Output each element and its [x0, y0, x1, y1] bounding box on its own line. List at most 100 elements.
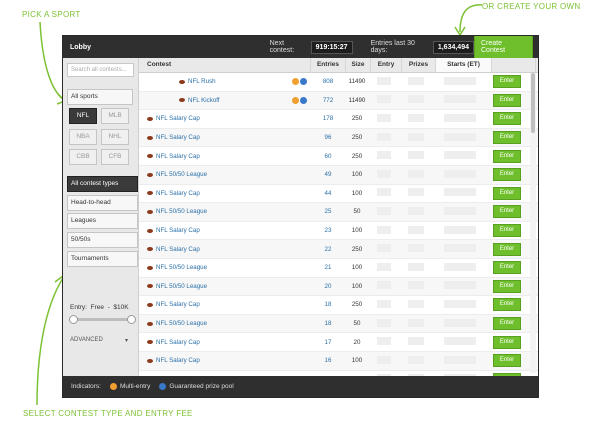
contest-cell: NFL 50/50 League [139, 208, 311, 215]
scrollbar[interactable] [530, 73, 536, 373]
action-cell: Enter [487, 149, 530, 163]
contest-name[interactable]: NFL Rush [188, 78, 216, 85]
entries-cell[interactable]: 17 [311, 339, 345, 346]
contest-name[interactable]: NFL Salary Cap [156, 190, 200, 197]
contest-name[interactable]: NFL 50/50 League [156, 264, 207, 271]
entry-fee-slider[interactable] [69, 315, 136, 324]
table-row[interactable]: NFL Salary Cap 60 250 Enter [139, 147, 538, 166]
table-row[interactable]: NFL Salary Cap 18 250 Enter [139, 296, 538, 315]
header-entries[interactable]: Entries [311, 58, 346, 72]
slider-min-handle[interactable] [69, 315, 78, 324]
entries-cell[interactable]: 18 [311, 320, 345, 327]
blurred-value [407, 299, 424, 308]
enter-button[interactable]: Enter [493, 186, 521, 200]
enter-button[interactable]: Enter [493, 317, 521, 331]
entries-cell[interactable]: 96 [311, 134, 345, 141]
sport-mlb[interactable]: MLB [101, 108, 129, 124]
entries-cell[interactable]: 18 [311, 301, 345, 308]
table-row[interactable]: NFL Rush 808 11490 Enter [139, 73, 538, 92]
type-50-50s[interactable]: 50/50s [67, 232, 138, 248]
contest-name[interactable]: NFL 50/50 League [156, 208, 207, 215]
football-icon [147, 154, 153, 159]
entries-cell[interactable]: 772 [311, 97, 345, 104]
header-starts[interactable]: Starts (ET) [436, 58, 492, 72]
entries-cell[interactable]: 25 [311, 208, 345, 215]
contest-name[interactable]: NFL Salary Cap [156, 301, 200, 308]
entries-cell[interactable]: 21 [311, 264, 345, 271]
contest-name[interactable]: NFL 50/50 League [156, 171, 207, 178]
entries-cell[interactable]: 808 [311, 78, 345, 85]
table-row[interactable]: NFL 50/50 League 18 50 Enter [139, 314, 538, 334]
contest-name[interactable]: NFL Salary Cap [156, 339, 200, 346]
advanced-toggle[interactable]: ADVANCED ▾ [70, 337, 128, 344]
enter-button[interactable]: Enter [493, 224, 521, 238]
scrollbar-thumb[interactable] [531, 73, 535, 133]
table-row[interactable]: NFL Salary Cap 44 100 Enter [139, 185, 538, 204]
enter-button[interactable]: Enter [493, 242, 521, 256]
type-all[interactable]: All contest types [67, 176, 138, 192]
entries-cell[interactable]: 20 [311, 283, 345, 290]
table-row[interactable]: NFL Kickoff 772 11490 Enter [139, 91, 538, 111]
table-row[interactable]: NFL 50/50 League 49 100 Enter [139, 165, 538, 185]
table-row[interactable]: NFL 50/50 League 21 100 Enter [139, 259, 538, 278]
table-row[interactable]: NFL Salary Cap 17 20 Enter [139, 333, 538, 352]
entries-cell[interactable]: 178 [311, 115, 345, 122]
sport-cbb[interactable]: CBB [69, 149, 97, 165]
slider-max-handle[interactable] [127, 315, 136, 324]
football-icon [147, 135, 153, 140]
table-row[interactable]: NFL Salary Cap 23 100 Enter [139, 222, 538, 241]
enter-button[interactable]: Enter [493, 261, 521, 275]
table-row[interactable]: NFL 50/50 League 20 100 Enter [139, 277, 538, 297]
contest-name[interactable]: NFL Salary Cap [156, 357, 200, 364]
enter-button[interactable]: Enter [493, 75, 521, 89]
entries-cell[interactable]: 23 [311, 227, 345, 234]
sport-nba[interactable]: NBA [69, 129, 97, 145]
entries-cell[interactable]: 44 [311, 190, 345, 197]
header-size[interactable]: Size [346, 58, 371, 72]
enter-button[interactable]: Enter [493, 335, 521, 349]
enter-button[interactable]: Enter [493, 205, 521, 219]
search-input[interactable]: Search all contests... [67, 63, 134, 77]
size-cell: 20 [353, 338, 361, 346]
contest-name[interactable]: NFL Kickoff [188, 97, 220, 104]
table-row[interactable]: NFL 50/50 League 25 50 Enter [139, 203, 538, 222]
size-cell: 11490 [348, 96, 366, 104]
table-row[interactable]: NFL Salary Cap 178 250 Enter [139, 110, 538, 129]
sport-nhl[interactable]: NHL [101, 129, 129, 145]
contest-name[interactable]: NFL Salary Cap [156, 134, 200, 141]
enter-button[interactable]: Enter [493, 298, 521, 312]
type-leagues[interactable]: Leagues [67, 213, 138, 229]
header-prizes[interactable]: Prizes [402, 58, 436, 72]
football-icon [147, 228, 153, 233]
header-entry[interactable]: Entry [371, 58, 402, 72]
contest-name[interactable]: NFL 50/50 League [156, 320, 207, 327]
table-row[interactable]: NFL Salary Cap 22 250 Enter [139, 240, 538, 259]
contest-name[interactable]: NFL Salary Cap [156, 153, 200, 160]
enter-button[interactable]: Enter [493, 131, 521, 145]
enter-button[interactable]: Enter [493, 354, 521, 368]
entries-cell[interactable]: 49 [311, 171, 345, 178]
enter-button[interactable]: Enter [493, 149, 521, 163]
table-row[interactable]: NFL Salary Cap 16 100 Enter [139, 351, 538, 371]
header-contest[interactable]: Contest [139, 58, 311, 72]
sport-cfb[interactable]: CFB [101, 149, 129, 165]
enter-button[interactable]: Enter [493, 93, 521, 107]
table-row[interactable]: NFL Salary Cap 96 250 Enter [139, 128, 538, 148]
contest-name[interactable]: NFL Salary Cap [156, 227, 200, 234]
type-head-to-head[interactable]: Head-to-head [67, 195, 138, 211]
create-contest-button[interactable]: Create Contest [474, 36, 534, 59]
entries-cell[interactable]: 16 [311, 357, 345, 364]
contest-name[interactable]: NFL Salary Cap [156, 246, 200, 253]
sport-nfl[interactable]: NFL [69, 108, 97, 124]
entries-cell[interactable]: 60 [311, 153, 345, 160]
blurred-value [377, 318, 391, 327]
all-sports-button[interactable]: All sports [67, 89, 133, 105]
type-tournaments[interactable]: Tournaments [67, 251, 138, 267]
contest-name[interactable]: NFL 50/50 League [156, 283, 207, 290]
enter-button[interactable]: Enter [493, 279, 521, 293]
enter-button[interactable]: Enter [493, 168, 521, 182]
blurred-value [443, 281, 476, 290]
enter-button[interactable]: Enter [493, 112, 521, 126]
contest-name[interactable]: NFL Salary Cap [156, 115, 200, 122]
entries-cell[interactable]: 22 [311, 246, 345, 253]
